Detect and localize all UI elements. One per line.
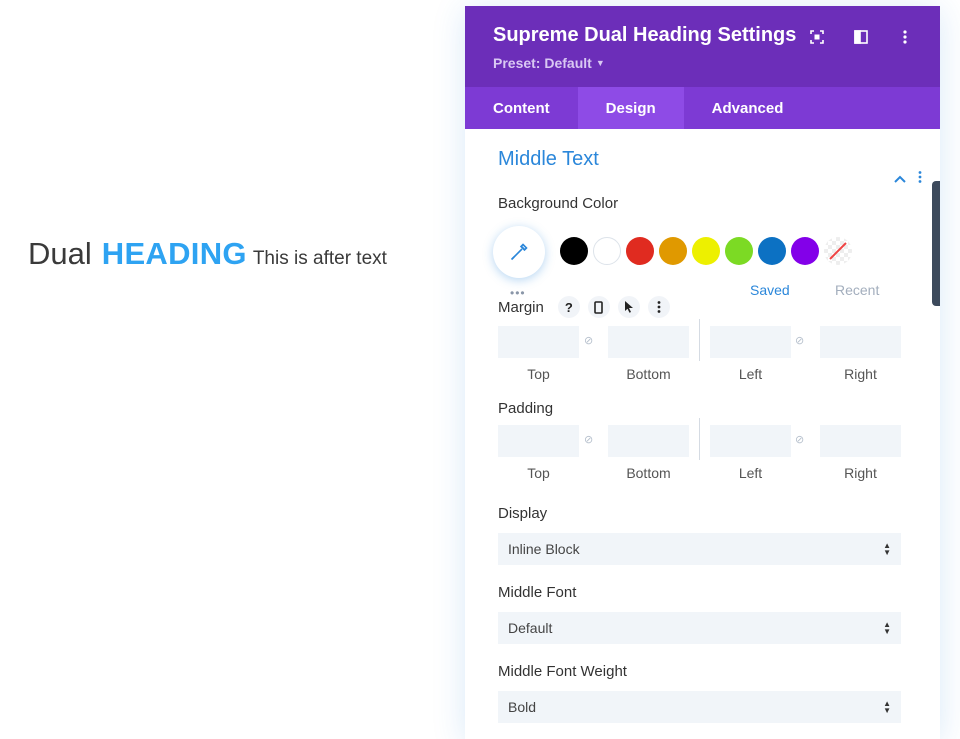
fullscreen-icon[interactable]	[806, 26, 828, 48]
split-layout-icon[interactable]	[850, 26, 872, 48]
display-label: Display	[498, 505, 548, 522]
margin-bottom-caption: Bottom	[626, 366, 671, 382]
link-icon[interactable]: ⊘	[795, 334, 804, 347]
swatch-purple[interactable]	[791, 237, 819, 265]
link-icon[interactable]: ⊘	[795, 433, 804, 446]
middle-font-weight-label: Middle Font Weight	[498, 663, 627, 680]
margin-top-input[interactable]	[498, 326, 579, 358]
more-vertical-icon[interactable]	[647, 296, 670, 318]
padding-top-input[interactable]	[498, 425, 579, 457]
middle-font-weight-select[interactable]: Bold ▲ ▼	[498, 691, 901, 723]
select-arrows-icon: ▲ ▼	[883, 541, 891, 557]
divider	[699, 418, 700, 460]
swatch-blue[interactable]	[758, 237, 786, 265]
middle-font-value: Default	[508, 620, 553, 636]
swatch-orange[interactable]	[659, 237, 687, 265]
help-icon[interactable]: ?	[557, 296, 580, 318]
divider	[699, 319, 700, 361]
margin-right-input[interactable]	[820, 326, 901, 358]
caret-down-icon: ▼	[595, 58, 605, 68]
heading-main-text: HEADING	[101, 236, 247, 271]
heading-before-text: Dual	[28, 236, 92, 271]
heading-after-text: This is after text	[252, 248, 387, 269]
recent-colors-tab[interactable]: Recent	[835, 282, 879, 298]
padding-right-input[interactable]	[820, 425, 901, 457]
cursor-icon[interactable]	[617, 296, 640, 318]
settings-modal: Supreme Dual Heading Settings Preset: De…	[465, 6, 940, 739]
preset-dropdown[interactable]: Preset: Default ▼	[493, 55, 605, 71]
padding-left-caption: Left	[738, 465, 763, 481]
saved-colors-tab[interactable]: Saved	[750, 282, 790, 298]
chevron-up-icon[interactable]	[894, 170, 906, 188]
swatch-transparent[interactable]	[824, 237, 852, 265]
link-icon[interactable]: ⊘	[584, 433, 593, 446]
scrollbar[interactable]	[932, 181, 940, 306]
middle-font-weight-value: Bold	[508, 699, 537, 715]
swatch-green[interactable]	[725, 237, 753, 265]
margin-controls: ⊘ ⊘ Top Bottom Left Right	[498, 319, 901, 388]
margin-left-input[interactable]	[710, 326, 791, 358]
middle-font-select[interactable]: Default ▲ ▼	[498, 612, 901, 644]
tab-design[interactable]: Design	[577, 87, 684, 129]
padding-left-input[interactable]	[710, 425, 791, 457]
swatch-white[interactable]	[593, 237, 621, 265]
padding-controls: ⊘ ⊘ Top Bottom Left Right	[498, 418, 901, 487]
more-dots-icon[interactable]: •••	[510, 286, 526, 300]
select-arrows-icon: ▲ ▼	[883, 620, 891, 636]
modal-header: Supreme Dual Heading Settings Preset: De…	[465, 6, 940, 87]
padding-bottom-caption: Bottom	[626, 465, 671, 481]
tab-content[interactable]: Content	[465, 87, 578, 129]
link-icon[interactable]: ⊘	[584, 334, 593, 347]
padding-label: Padding	[498, 400, 554, 417]
margin-bottom-input[interactable]	[608, 326, 689, 358]
eyedropper-icon[interactable]	[493, 226, 545, 278]
display-value: Inline Block	[508, 541, 580, 557]
mobile-icon[interactable]	[587, 296, 610, 318]
settings-tabs: Content Design Advanced	[465, 87, 940, 129]
preset-label: Preset: Default	[493, 55, 592, 71]
swatch-yellow[interactable]	[692, 237, 720, 265]
more-vertical-icon[interactable]	[894, 26, 916, 48]
color-palette: ••• Saved Recent	[493, 226, 940, 300]
display-select[interactable]: Inline Block ▲ ▼	[498, 533, 901, 565]
margin-label: Margin	[498, 298, 544, 316]
section-title[interactable]: Middle Text	[498, 148, 940, 171]
margin-left-caption: Left	[738, 366, 763, 382]
padding-top-caption: Top	[527, 465, 550, 481]
settings-content: Middle Text Background Color ••• Saved R…	[465, 148, 940, 723]
swatch-red[interactable]	[626, 237, 654, 265]
select-arrows-icon: ▲ ▼	[883, 699, 891, 715]
tab-advanced[interactable]: Advanced	[684, 87, 812, 129]
middle-font-label: Middle Font	[498, 584, 577, 601]
section-menu-icon[interactable]	[918, 170, 922, 188]
heading-preview: Dual HEADING This is after text	[28, 236, 387, 272]
margin-right-caption: Right	[844, 366, 877, 382]
padding-right-caption: Right	[844, 465, 877, 481]
padding-bottom-input[interactable]	[608, 425, 689, 457]
swatch-black[interactable]	[560, 237, 588, 265]
background-color-label: Background Color	[498, 195, 619, 212]
margin-top-caption: Top	[527, 366, 550, 382]
